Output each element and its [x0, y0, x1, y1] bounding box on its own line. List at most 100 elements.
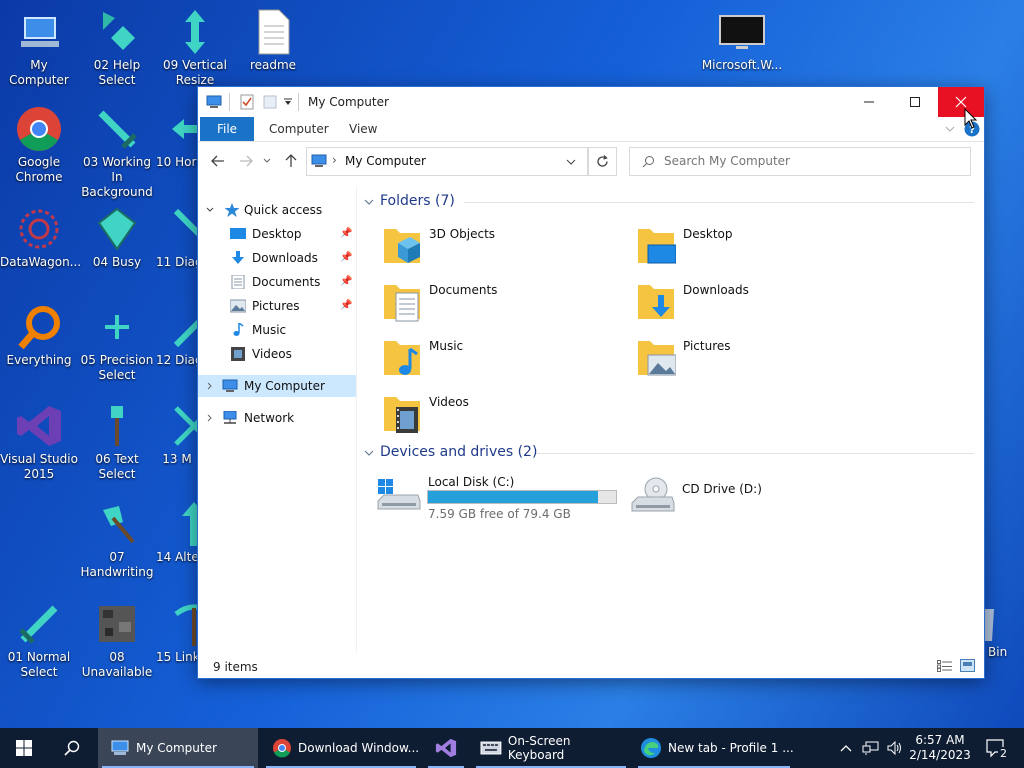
taskbar-item-chrome[interactable]: Download Window...	[262, 728, 420, 768]
pin-icon[interactable]: 📌	[340, 223, 352, 245]
desktop-icon-datawagon[interactable]: DataWagon...	[0, 205, 81, 270]
desktop-icon-14-alternate-select[interactable]: 14 Alte Sele	[156, 500, 198, 565]
pane-divider[interactable]	[356, 187, 357, 652]
visual-studio-icon	[435, 738, 457, 758]
large-icons-view-icon[interactable]	[960, 659, 975, 672]
taskbar-item-visual-studio[interactable]	[424, 728, 468, 768]
folder-item-3d-objects[interactable]: 3D Objects	[382, 221, 622, 271]
recent-locations-button[interactable]	[261, 152, 273, 170]
diagonal-resize-icon	[173, 208, 198, 238]
nav-label: Documents	[252, 275, 321, 289]
drive-item-cd-drive-d[interactable]: CD Drive (D:)	[630, 469, 880, 521]
folder-item-documents[interactable]: Documents	[382, 277, 622, 327]
desktop-icon-11-diagonal-resize[interactable]: 11 Diag Resiz	[156, 205, 198, 270]
folder-item-downloads[interactable]: Downloads	[636, 277, 876, 327]
chrome-icon	[17, 107, 61, 151]
address-dropdown-chevron-icon[interactable]	[566, 158, 576, 166]
nav-item-videos[interactable]: Videos	[198, 343, 356, 365]
nav-item-music[interactable]: Music	[198, 319, 356, 341]
new-folder-icon[interactable]	[263, 94, 277, 110]
desktop-icon-09-vertical-resize[interactable]: 09 Vertical Resize	[156, 8, 234, 88]
nav-item-my-computer[interactable]: My Computer	[198, 375, 356, 397]
desktop-icon-01-normal-select[interactable]: 01 Normal Select	[0, 600, 78, 680]
desktop-icon-my-computer[interactable]: My Computer	[0, 8, 78, 88]
clock-date: 2/14/2023	[909, 748, 971, 762]
desktop-icon-label: 07 Handwriting	[80, 550, 154, 579]
chevron-down-icon	[206, 207, 214, 212]
folder-item-desktop[interactable]: Desktop	[636, 221, 876, 271]
expand-ribbon-chevron-icon[interactable]	[945, 125, 955, 133]
desktop-icon-label: 15 Link	[156, 650, 198, 664]
nav-item-pictures[interactable]: Pictures 📌	[198, 295, 356, 317]
refresh-icon	[597, 155, 608, 167]
address-path[interactable]: My Computer	[345, 154, 426, 168]
taskbar-item-on-screen-keyboard[interactable]: On-Screen Keyboard	[472, 728, 630, 768]
desktop-icon-06-text-select[interactable]: 06 Text Select	[78, 402, 156, 482]
search-input[interactable]	[662, 151, 956, 171]
document-icon	[231, 275, 245, 289]
tab-computer[interactable]: Computer	[269, 117, 329, 141]
desktop-icon-02-help-select[interactable]: 02 Help Select	[78, 8, 156, 88]
details-view-icon[interactable]	[937, 660, 953, 672]
mouse-cursor-icon	[964, 108, 978, 129]
desktop-icon-google-chrome[interactable]: Google Chrome	[0, 105, 78, 185]
tab-view[interactable]: View	[349, 117, 377, 141]
action-center-button[interactable]: 2	[976, 728, 1016, 768]
customize-toolbar-chevron-icon[interactable]	[284, 98, 292, 106]
desktop-icon-label: Visual Studio 2015	[0, 452, 78, 481]
show-hidden-icons-button[interactable]	[836, 728, 856, 768]
drive-usage-bar	[427, 490, 617, 504]
desktop-icon-07-handwriting[interactable]: 07 Handwriting	[78, 500, 156, 580]
minimize-button[interactable]	[846, 87, 892, 117]
desktop-icon-recycle-bin[interactable]: Bin	[984, 605, 1024, 660]
nav-item-quick-access[interactable]: Quick access	[198, 199, 356, 221]
clock[interactable]: 6:57 AM 2/14/2023	[908, 728, 972, 768]
desktop-icon-10-horizontal-resize[interactable]: 10 Hori Resi	[156, 105, 198, 170]
desktop-icon-04-busy[interactable]: 04 Busy	[78, 205, 156, 270]
pin-icon[interactable]: 📌	[340, 295, 352, 317]
desktop-icon-15-link[interactable]: 15 Link	[156, 600, 198, 665]
nav-item-downloads[interactable]: Downloads 📌	[198, 247, 356, 269]
maximize-button[interactable]	[892, 87, 938, 117]
forward-button[interactable]	[236, 152, 256, 170]
tab-file[interactable]: File	[200, 117, 254, 141]
taskbar-item-my-computer[interactable]: My Computer	[98, 728, 258, 768]
refresh-button[interactable]	[588, 147, 617, 176]
back-button[interactable]	[208, 152, 228, 170]
pin-icon[interactable]: 📌	[340, 247, 352, 269]
desktop-icon-05-precision-select[interactable]: 05 Precision Select	[78, 303, 156, 383]
search-button[interactable]	[48, 728, 96, 768]
start-button[interactable]	[0, 728, 48, 768]
folder-item-videos[interactable]: Videos	[382, 389, 622, 439]
nav-item-documents[interactable]: Documents 📌	[198, 271, 356, 293]
3d-objects-folder-icon	[384, 229, 420, 263]
nav-item-desktop[interactable]: Desktop 📌	[198, 223, 356, 245]
folder-item-pictures[interactable]: Pictures	[636, 333, 876, 383]
title-bar[interactable]: My Computer	[198, 87, 984, 117]
desktop-icon-visual-studio[interactable]: Visual Studio 2015	[0, 402, 78, 482]
nav-item-network[interactable]: Network	[198, 407, 356, 429]
network-status-button[interactable]	[860, 728, 882, 768]
desktop-icon-everything[interactable]: Everything	[0, 303, 78, 368]
volume-button[interactable]	[884, 728, 906, 768]
up-button[interactable]	[281, 152, 301, 170]
address-bar[interactable]: › My Computer	[306, 147, 588, 176]
desktop-icon-08-unavailable[interactable]: 08 Unavailable	[78, 600, 156, 680]
downloads-folder-icon	[638, 285, 674, 319]
pin-icon[interactable]: 📌	[340, 271, 352, 293]
properties-icon[interactable]	[240, 94, 254, 110]
desktop-icon-readme[interactable]: readme	[234, 8, 312, 73]
desktop-icon-label: 05 Precision Select	[80, 353, 154, 382]
nav-label: Music	[252, 323, 287, 337]
taskbar-item-edge[interactable]: New tab - Profile 1 ...	[634, 728, 794, 768]
desktop-icon-12-diagonal-resize[interactable]: 12 Diag Resiz	[156, 303, 198, 368]
desktop-icon-microsoft-w[interactable]: Microsoft.W...	[700, 8, 784, 73]
drive-item-local-disk-c[interactable]: Local Disk (C:) 7.59 GB free of 79.4 GB	[376, 469, 626, 521]
bedrock-block-icon	[99, 606, 135, 642]
search-box[interactable]	[629, 147, 971, 176]
desktop-icon-13-move[interactable]: 13 M	[156, 402, 198, 467]
toolbar-divider	[298, 93, 299, 111]
folders-header: Folders (7)	[380, 193, 455, 209]
desktop-icon-03-working-in-background[interactable]: 03 Working In Background	[78, 105, 156, 200]
folder-item-music[interactable]: Music	[382, 333, 622, 383]
